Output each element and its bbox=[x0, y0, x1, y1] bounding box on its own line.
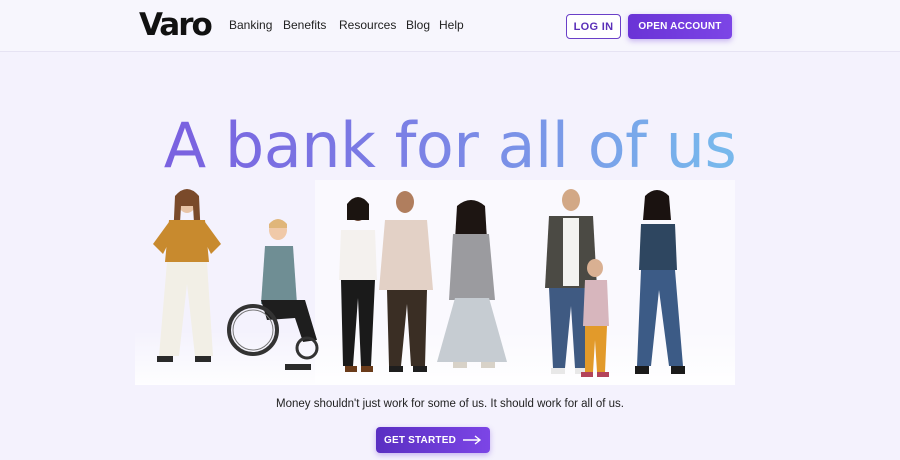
get-started-label: GET STARTED bbox=[383, 434, 456, 446]
arrow-right-icon bbox=[463, 435, 482, 445]
site-header: Varo Banking Benefits Resources Blog Hel… bbox=[0, 0, 900, 52]
log-in-button[interactable]: LOG IN bbox=[566, 14, 621, 39]
nav-resources[interactable]: Resources bbox=[339, 18, 396, 32]
open-account-button[interactable]: OPEN ACCOUNT bbox=[628, 14, 732, 39]
nav-help[interactable]: Help bbox=[439, 18, 464, 32]
get-started-button[interactable]: GET STARTED bbox=[376, 427, 490, 453]
hero-group-photo bbox=[135, 180, 735, 385]
hero-title: A bank for all of us bbox=[0, 106, 900, 186]
hero-tagline: Money shouldn't just work for some of us… bbox=[276, 398, 624, 410]
nav-banking[interactable]: Banking bbox=[229, 18, 272, 32]
nav-benefits[interactable]: Benefits bbox=[283, 18, 326, 32]
nav-blog[interactable]: Blog bbox=[406, 18, 430, 32]
varo-logo[interactable]: Varo bbox=[139, 7, 213, 43]
